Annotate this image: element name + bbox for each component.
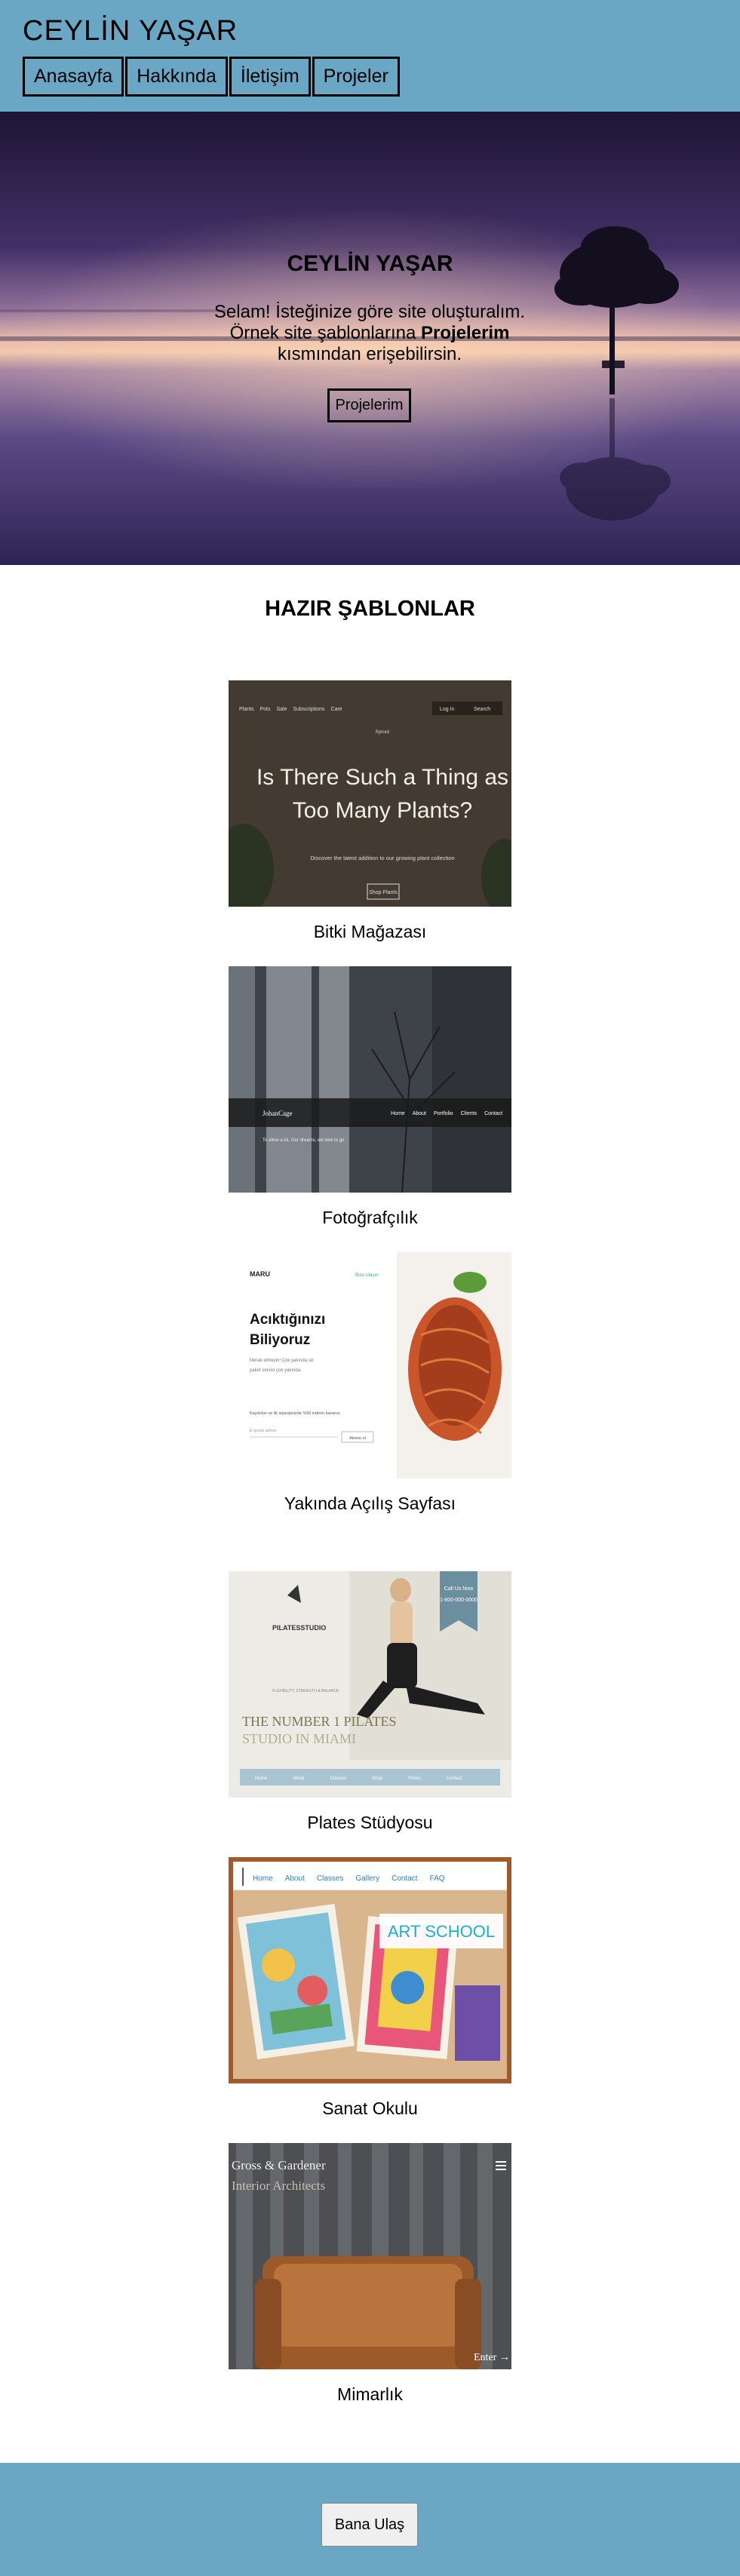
pilates-thumbnail[interactable]: Call Us Now 1-800-000-0000 PILATESSTUDIO… bbox=[229, 1571, 511, 1798]
pilates-small: FLEXIBILITY, STRENGTH & BALANCE bbox=[272, 1689, 339, 1693]
photography-preview: JohanCage Home About Portfolio Clients Conta… bbox=[229, 966, 511, 1193]
maru-brand: MARU bbox=[250, 1270, 270, 1278]
hero-title: CEYLİN YAŞAR bbox=[287, 251, 453, 276]
pilates-headline-2: STUDIO IN MIAMI bbox=[242, 1731, 356, 1746]
photo-tagline: To allow a lot. Our dreams, we love to g… bbox=[263, 1138, 345, 1143]
maru-email: E-posta adresi bbox=[250, 1429, 276, 1433]
contact-me-button[interactable]: Bana Ulaş bbox=[321, 2503, 418, 2547]
nav-about-button[interactable]: Hakkında bbox=[125, 57, 228, 97]
arch-brand-2: Interior Architects bbox=[232, 2178, 325, 2193]
hamburger-menu-icon[interactable] bbox=[496, 2161, 506, 2170]
architecture-thumbnail[interactable]: Gross & Gardener Interior Architects Ent… bbox=[229, 2143, 511, 2369]
plant-search: Search bbox=[474, 707, 490, 712]
plant-shop-preview: Plants Pots Sale Subscriptions Care Sprout L… bbox=[229, 680, 511, 907]
hero-text-end: kısmından erişebilirsin. bbox=[277, 344, 462, 364]
maru-desc-2: paket servisi çok yakında. bbox=[250, 1368, 302, 1373]
nav-projects-button[interactable]: Projeler bbox=[312, 57, 400, 97]
maru-heading-1: Acıktığınızı bbox=[250, 1312, 325, 1328]
template-label[interactable]: Fotoğrafçılık bbox=[0, 1208, 740, 1228]
plant-headline-2: Too Many Plants? bbox=[293, 798, 472, 823]
pilates-brand: PILATESSTUDIO bbox=[272, 1624, 326, 1632]
hero-text: Selam! İsteğinize göre site oluşturalım.… bbox=[204, 302, 536, 365]
hero-section: CEYLİN YAŞAR Selam! İsteğinize göre site… bbox=[0, 112, 740, 565]
art-banner: ART SCHOOL bbox=[388, 1922, 495, 1941]
art-school-thumbnail[interactable]: Home About Classes Gallery Contact FAQ ART SC… bbox=[229, 1857, 511, 2083]
template-label[interactable]: Bitki Mağazası bbox=[0, 922, 740, 942]
architecture-preview: Gross & Gardener Interior Architects Ent… bbox=[229, 2143, 511, 2369]
maru-submit: Abone ol bbox=[349, 1436, 366, 1441]
site-header: CEYLİN YAŞAR Anasayfa Hakkında İletişim … bbox=[0, 0, 740, 112]
plant-subtext: Discover the latest addition to our grow… bbox=[310, 855, 454, 861]
template-label[interactable]: Yakında Açılış Sayfası bbox=[0, 1494, 740, 1514]
template-label[interactable]: Plates Stüdyosu bbox=[0, 1813, 740, 1833]
projects-button[interactable]: Projelerim bbox=[327, 388, 411, 422]
maru-desc-1: Merak etmeyin! Çok yakında siz bbox=[250, 1359, 314, 1363]
site-title: CEYLİN YAŞAR bbox=[23, 15, 238, 47]
site-footer: Bana Ulaş bbox=[0, 2463, 740, 2576]
coming-soon-preview: MARU Bize Ulaşın Acıktığınızı Biliyoruz … bbox=[229, 1252, 511, 1478]
template-label[interactable]: Mimarlık bbox=[0, 2384, 740, 2405]
pilates-headline-1: THE NUMBER 1 PILATES bbox=[242, 1714, 397, 1729]
pilates-preview: Call Us Now 1-800-000-0000 PILATESSTUDIO… bbox=[229, 1571, 511, 1798]
photo-brand: JohanCage bbox=[263, 1110, 293, 1117]
coming-soon-thumbnail[interactable]: MARU Bize Ulaşın Acıktığınızı Biliyoruz … bbox=[229, 1252, 511, 1478]
art-school-preview: Home About Classes Gallery Contact FAQ ART SC… bbox=[229, 1857, 511, 2083]
pilates-call-2: 1-800-000-0000 bbox=[440, 1598, 477, 1603]
arch-brand-1: Gross & Gardener bbox=[232, 2158, 326, 2172]
template-label[interactable]: Sanat Okulu bbox=[0, 2099, 740, 2119]
plant-shop-thumbnail[interactable]: Plants Pots Sale Subscriptions Care Sprout L… bbox=[229, 680, 511, 907]
main-nav: Anasayfa Hakkında İletişim Projeler bbox=[23, 57, 400, 97]
nav-home-button[interactable]: Anasayfa bbox=[23, 57, 124, 97]
hero-text-bold: Projelerim bbox=[421, 323, 510, 343]
maru-top-link: Bize Ulaşın bbox=[355, 1273, 378, 1278]
nav-contact-button[interactable]: İletişim bbox=[229, 57, 311, 97]
pilates-call-1: Call Us Now bbox=[444, 1586, 474, 1592]
maru-note: Kaydolun ve ilk siparişinizde %50 indiri… bbox=[250, 1411, 340, 1416]
templates-title: HAZIR ŞABLONLAR bbox=[265, 597, 475, 621]
plant-headline-1: Is There Such a Thing as bbox=[256, 765, 508, 790]
arch-enter: Enter → bbox=[474, 2352, 510, 2363]
plant-cta: Shop Plants bbox=[369, 890, 398, 895]
photography-thumbnail[interactable]: JohanCage Home About Portfolio Clients Conta… bbox=[229, 966, 511, 1193]
maru-heading-2: Biliyoruz bbox=[250, 1332, 310, 1348]
plant-brand: Sprout bbox=[376, 729, 390, 735]
plant-login: Log In bbox=[440, 707, 455, 712]
